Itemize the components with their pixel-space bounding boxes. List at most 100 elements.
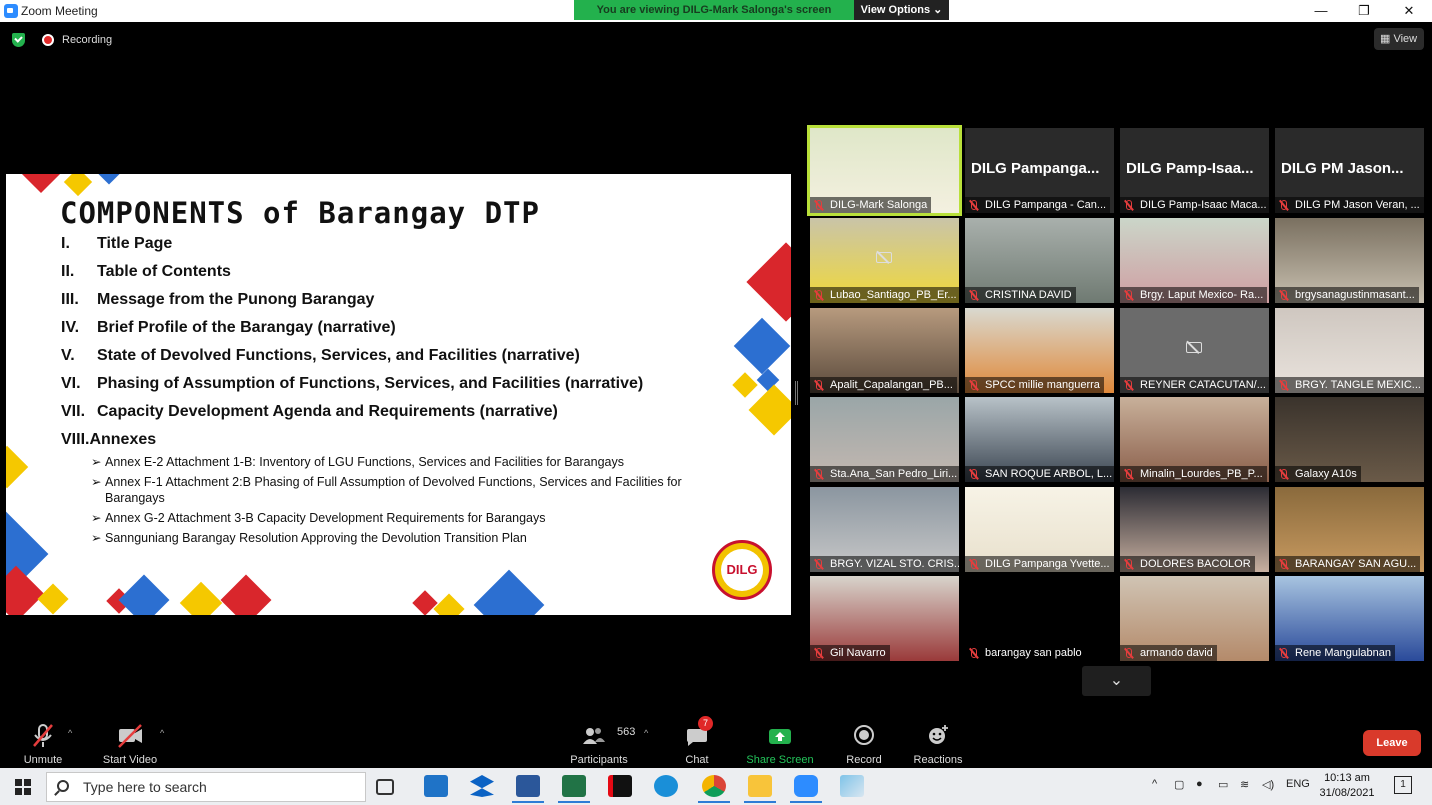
chrome-icon[interactable]: [698, 775, 730, 803]
participant-video-tile[interactable]: SAN ROQUE ARBOL, L...: [965, 397, 1114, 482]
tray-wifi-icon[interactable]: ≋: [1240, 778, 1249, 791]
mail-icon[interactable]: [424, 775, 448, 797]
share-screen-label: Share Screen: [746, 754, 814, 766]
start-video-button[interactable]: Start Video: [98, 714, 162, 766]
chat-icon: 7: [682, 716, 713, 750]
taskbar-clock[interactable]: 10:13 am 31/08/2021: [1312, 771, 1382, 801]
participant-video-tile[interactable]: BRGY. TANGLE MEXIC...: [1275, 308, 1424, 393]
gallery-next-page-button[interactable]: ⌄: [1082, 666, 1151, 696]
tray-microphone-icon[interactable]: ●: [1196, 778, 1203, 790]
decor-shape: [6, 445, 29, 489]
file-explorer-icon[interactable]: [744, 775, 776, 803]
reactions-smiley-icon: [923, 722, 953, 750]
participant-video-tile[interactable]: DILG-Mark Salonga: [807, 125, 962, 216]
tray-volume-icon[interactable]: ◁): [1262, 778, 1274, 791]
decor-shape: [473, 569, 545, 615]
audio-options-caret-icon[interactable]: ^: [68, 728, 72, 738]
share-screen-button[interactable]: Share Screen: [744, 714, 816, 766]
dropbox-icon[interactable]: [470, 775, 494, 797]
view-options-button[interactable]: View Options ⌄: [854, 0, 949, 20]
participant-name: Rene Mangulabnan: [1295, 647, 1392, 659]
tray-expand-icon[interactable]: ^: [1152, 778, 1157, 790]
participant-video-tile[interactable]: Sta.Ana_San Pedro_Liri...: [810, 397, 959, 482]
shared-screen-slide: COMPONENTS of Barangay DTP I. Title Page …: [6, 174, 791, 615]
participant-video-tile[interactable]: armando david: [1120, 576, 1269, 661]
participants-button[interactable]: 563 Participants: [566, 714, 635, 766]
excel-icon[interactable]: [558, 775, 590, 803]
tray-battery-icon[interactable]: ▭: [1218, 778, 1228, 791]
participant-video-tile[interactable]: brgysanagustinmasant...: [1275, 218, 1424, 303]
participant-video-tile[interactable]: DILG Pamp-Isaa... DILG Pamp-Isaac Maca...: [1120, 128, 1269, 213]
participant-video-tile[interactable]: Galaxy A10s: [1275, 397, 1424, 482]
video-options-caret-icon[interactable]: ^: [160, 728, 164, 738]
edge-icon[interactable]: [654, 775, 678, 797]
muted-microphone-icon: [968, 468, 979, 480]
reactions-label: Reactions: [913, 754, 963, 766]
leave-button[interactable]: Leave: [1363, 730, 1421, 756]
muted-microphone-icon: [813, 647, 824, 659]
tray-language[interactable]: ENG: [1286, 778, 1310, 790]
participant-video-tile[interactable]: barangay san pablo: [965, 576, 1114, 661]
participant-name: Sta.Ana_San Pedro_Liri...: [830, 468, 958, 480]
record-icon: [849, 722, 879, 750]
participant-video-tile[interactable]: DILG PM Jason... DILG PM Jason Veran, ...: [1275, 128, 1424, 213]
participant-name: DILG Pampanga Yvette...: [985, 558, 1110, 570]
participant-name: Apalit_Capalangan_PB...: [830, 379, 953, 391]
participant-name-bar: Gil Navarro: [810, 645, 890, 661]
slide-title: COMPONENTS of Barangay DTP: [60, 196, 540, 230]
muted-microphone-icon: [813, 289, 824, 301]
participant-video-tile[interactable]: BRGY. VIZAL STO. CRIS...: [810, 487, 959, 572]
paint-icon[interactable]: [840, 775, 864, 797]
participant-name: SPCC millie manguerra: [985, 379, 1100, 391]
annex-heading: VIII.Annexes: [61, 431, 157, 448]
annex-text: Sannguniang Barangay Resolution Approvin…: [105, 531, 527, 545]
participant-video-tile[interactable]: Rene Mangulabnan: [1275, 576, 1424, 661]
maximize-button[interactable]: ❐: [1341, 0, 1387, 22]
participant-name-bar: SPCC millie manguerra: [965, 377, 1104, 393]
participant-video-tile[interactable]: Apalit_Capalangan_PB...: [810, 308, 959, 393]
slide-item: V. State of Devolved Functions, Services,…: [61, 346, 741, 366]
chat-button[interactable]: 7 Chat: [680, 714, 714, 766]
decor-shape: [733, 317, 791, 375]
unmute-button[interactable]: Unmute: [18, 714, 68, 766]
participant-video-tile[interactable]: REYNER CATACUTAN/...: [1120, 308, 1269, 393]
notification-center-icon[interactable]: 1: [1394, 776, 1412, 794]
participant-video-tile[interactable]: SPCC millie manguerra: [965, 308, 1114, 393]
participant-video-tile[interactable]: DILG Pampanga Yvette...: [965, 487, 1114, 572]
close-button[interactable]: ✕: [1386, 0, 1432, 22]
participant-video-tile[interactable]: Minalin_Lourdes_PB_P...: [1120, 397, 1269, 482]
record-button[interactable]: Record: [842, 714, 886, 766]
participant-video-tile[interactable]: CRISTINA DAVID: [965, 218, 1114, 303]
netflix-icon[interactable]: [608, 775, 632, 797]
participant-video-tile[interactable]: DOLORES BACOLOR: [1120, 487, 1269, 572]
item-text: Capacity Development Agenda and Requirem…: [97, 403, 558, 420]
participant-video-tile[interactable]: Brgy. Laput Mexico- Ra...: [1120, 218, 1269, 303]
participant-video-tile[interactable]: DILG Pampanga... DILG Pampanga - Can...: [965, 128, 1114, 213]
participant-video-tile[interactable]: Lubao_Santiago_PB_Er...: [810, 218, 959, 303]
item-number: IV.: [61, 319, 80, 336]
participants-label: Participants: [570, 754, 628, 766]
muted-microphone-icon: [813, 468, 824, 480]
participant-video-tile[interactable]: BARANGAY SAN AGU...: [1275, 487, 1424, 572]
item-text: Message from the Punong Barangay: [97, 291, 375, 308]
minimize-button[interactable]: —: [1298, 0, 1344, 22]
reactions-button[interactable]: Reactions: [910, 714, 966, 766]
windows-start-icon[interactable]: [15, 779, 31, 795]
encryption-shield-icon[interactable]: [12, 33, 25, 47]
participants-caret-icon[interactable]: ^: [644, 728, 648, 738]
tray-meet-icon[interactable]: ▢: [1174, 778, 1184, 791]
split-divider-handle[interactable]: [795, 381, 798, 405]
word-icon[interactable]: [512, 775, 544, 803]
item-number: I.: [61, 235, 70, 252]
view-button[interactable]: ▦ View: [1374, 28, 1424, 50]
participant-display-name: DILG Pampanga...: [971, 160, 1100, 177]
share-screen-icon: [765, 722, 795, 750]
participant-name-bar: DILG Pampanga Yvette...: [965, 556, 1114, 572]
taskbar-search-input[interactable]: Type here to search: [46, 772, 366, 802]
participant-name-bar: DOLORES BACOLOR: [1120, 556, 1255, 572]
task-view-icon[interactable]: [376, 779, 394, 795]
item-text: Phasing of Assumption of Functions, Serv…: [97, 375, 644, 392]
decor-shape: [63, 174, 93, 197]
participant-video-tile[interactable]: Gil Navarro: [810, 576, 959, 661]
zoom-taskbar-icon[interactable]: [790, 775, 822, 803]
